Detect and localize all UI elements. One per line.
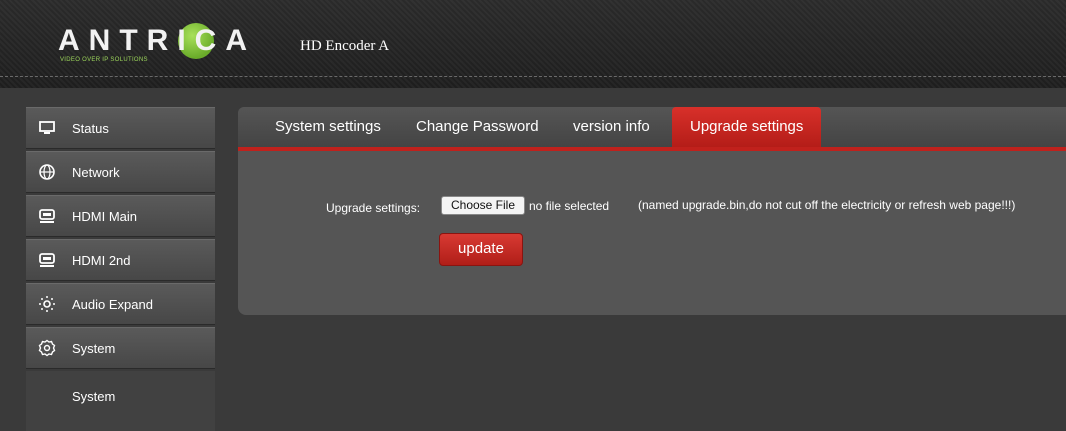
sidebar-item-hdmi-2nd[interactable]: HDMI 2nd (26, 239, 215, 281)
gear-icon (38, 339, 56, 357)
sidebar-item-label: HDMI Main (72, 209, 138, 224)
antrica-logo: ANTRICA VIDEO OVER IP SOLUTIONS (58, 23, 248, 64)
device-name: HD Encoder A (300, 38, 390, 54)
sidebar-item-label: HDMI 2nd (72, 253, 131, 268)
upgrade-hint-text: (named upgrade.bin,do not cut off the el… (638, 198, 1016, 212)
hdmi-icon (38, 207, 56, 225)
tab-bar: System settings Change Password version … (238, 107, 1066, 147)
logo-tagline: VIDEO OVER IP SOLUTIONS (60, 57, 148, 63)
sidebar-item-label: Network (72, 165, 120, 180)
tab-version-info[interactable]: version info (573, 107, 650, 147)
header-divider (0, 76, 1066, 77)
file-status-text: no file selected (529, 199, 610, 213)
monitor-icon (38, 119, 56, 137)
sidebar-item-system[interactable]: System (26, 327, 215, 369)
update-button[interactable]: update (439, 233, 523, 266)
upgrade-field-label: Upgrade settings: (326, 201, 421, 215)
sidebar-subitem-system[interactable]: System (26, 371, 215, 431)
sidebar-item-audio-expand[interactable]: Audio Expand (26, 283, 215, 325)
sidebar-item-label: Audio Expand (72, 297, 153, 312)
header: ANTRICA VIDEO OVER IP SOLUTIONS HD Encod… (0, 0, 1066, 88)
sidebar-item-status[interactable]: Status (26, 107, 215, 149)
hdmi-icon (38, 251, 56, 269)
upgrade-panel (238, 151, 1066, 315)
sidebar-item-label: System (72, 341, 116, 356)
audio-icon (38, 295, 56, 313)
logo-text: ANTRICA (58, 24, 256, 57)
sidebar: Status Network HDMI Main HDMI 2nd Audio … (26, 107, 215, 431)
sidebar-item-hdmi-main[interactable]: HDMI Main (26, 195, 215, 237)
sidebar-subitem-label: System (72, 389, 116, 404)
tab-system-settings[interactable]: System settings (275, 107, 381, 147)
choose-file-button[interactable]: Choose File (441, 196, 525, 215)
tab-change-password[interactable]: Change Password (416, 107, 539, 147)
sidebar-item-label: Status (72, 121, 109, 136)
globe-icon (38, 163, 56, 181)
sidebar-item-network[interactable]: Network (26, 151, 215, 193)
tab-upgrade-settings[interactable]: Upgrade settings (672, 107, 822, 147)
